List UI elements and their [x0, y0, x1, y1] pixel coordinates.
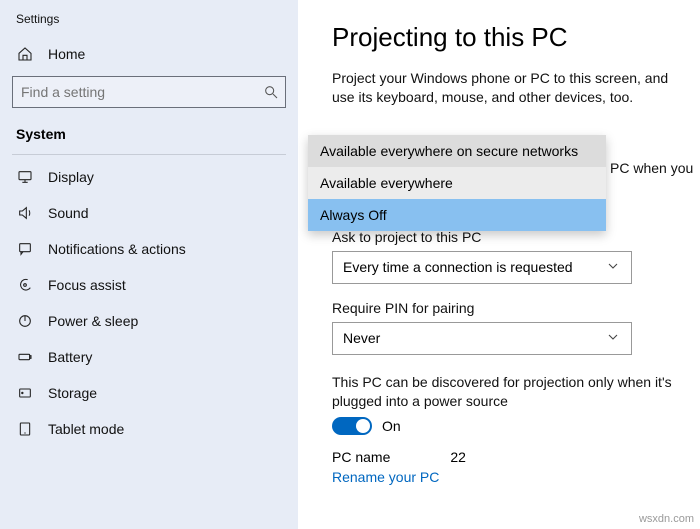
divider [12, 154, 286, 155]
availability-dropdown-open[interactable]: Available everywhere on secure networks … [308, 135, 606, 231]
section-label: System [0, 116, 298, 150]
pcname-value: 22 [450, 449, 466, 465]
sidebar-item-storage[interactable]: Storage [0, 375, 298, 411]
sidebar-item-label: Tablet mode [48, 421, 124, 437]
sidebar-item-tablet-mode[interactable]: Tablet mode [0, 411, 298, 447]
discover-toggle[interactable] [332, 417, 372, 435]
chevron-down-icon [605, 258, 621, 277]
sidebar-item-sound[interactable]: Sound [0, 195, 298, 231]
pin-dropdown-value: Never [343, 330, 380, 346]
search-input-wrap[interactable] [12, 76, 286, 108]
ask-label: Ask to project to this PC [332, 229, 680, 245]
power-icon [16, 313, 34, 329]
rename-pc-link[interactable]: Rename your PC [332, 469, 439, 485]
home-nav[interactable]: Home [0, 36, 298, 72]
discover-text: This PC can be discovered for projection… [332, 373, 680, 411]
sidebar: Settings Home System Display Sound Notif… [0, 0, 298, 529]
pcname-label: PC name [332, 449, 390, 465]
ask-dropdown[interactable]: Every time a connection is requested [332, 251, 632, 284]
search-input[interactable] [13, 77, 257, 107]
sidebar-item-label: Notifications & actions [48, 241, 186, 257]
chevron-down-icon [605, 329, 621, 348]
sidebar-item-label: Sound [48, 205, 88, 221]
sidebar-item-display[interactable]: Display [0, 159, 298, 195]
storage-icon [16, 385, 34, 401]
ask-dropdown-value: Every time a connection is requested [343, 259, 573, 275]
notifications-icon [16, 241, 34, 257]
availability-option-everywhere[interactable]: Available everywhere [308, 167, 606, 199]
sidebar-item-battery[interactable]: Battery [0, 339, 298, 375]
pin-dropdown[interactable]: Never [332, 322, 632, 355]
search-icon [257, 84, 285, 100]
home-icon [16, 46, 34, 62]
watermark: wsxdn.com [639, 513, 694, 525]
partial-hidden-text: PC when you [610, 160, 693, 176]
focus-assist-icon [16, 277, 34, 293]
page-description: Project your Windows phone or PC to this… [332, 69, 680, 107]
sidebar-item-notifications[interactable]: Notifications & actions [0, 231, 298, 267]
tablet-icon [16, 421, 34, 437]
sidebar-item-power-sleep[interactable]: Power & sleep [0, 303, 298, 339]
availability-option-secure[interactable]: Available everywhere on secure networks [308, 135, 606, 167]
sidebar-item-label: Focus assist [48, 277, 126, 293]
sidebar-item-label: Storage [48, 385, 97, 401]
app-title: Settings [0, 8, 298, 36]
display-icon [16, 169, 34, 185]
sidebar-item-focus-assist[interactable]: Focus assist [0, 267, 298, 303]
sidebar-item-label: Power & sleep [48, 313, 138, 329]
content-pane: Projecting to this PC Project your Windo… [298, 0, 700, 529]
toggle-state-label: On [382, 418, 401, 434]
sidebar-item-label: Display [48, 169, 94, 185]
pin-label: Require PIN for pairing [332, 300, 680, 316]
availability-option-off[interactable]: Always Off [308, 199, 606, 231]
page-title: Projecting to this PC [332, 22, 680, 53]
home-label: Home [48, 46, 85, 62]
sidebar-item-label: Battery [48, 349, 92, 365]
sound-icon [16, 205, 34, 221]
battery-icon [16, 349, 34, 365]
